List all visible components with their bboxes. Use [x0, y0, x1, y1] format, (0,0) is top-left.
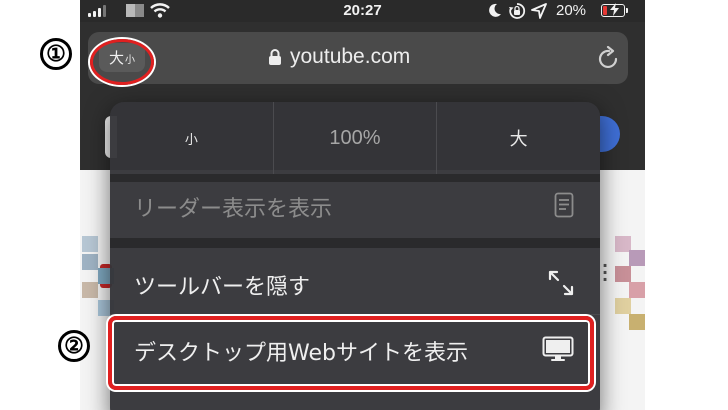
thumbnail-blur	[615, 266, 631, 282]
menu-item-label: リーダー表示を表示	[134, 197, 333, 222]
expand-arrows-icon	[548, 270, 574, 296]
battery-charging-icon	[601, 3, 625, 17]
bolt-icon	[610, 3, 619, 16]
step-2-badge: ②	[58, 330, 90, 362]
thumbnail-blur	[629, 282, 645, 298]
thumbnail-blur	[629, 314, 645, 330]
menu-item-label: ツールバーを隠す	[134, 275, 311, 300]
address-bar[interactable]: 大 小 youtube.com	[88, 32, 628, 84]
url-text: youtube.com	[290, 45, 411, 68]
zoom-decrease-button[interactable]: 小	[110, 102, 273, 174]
highlight-ring-text-size-button	[90, 39, 154, 85]
zoom-decrease-label: 小	[184, 132, 198, 148]
highlight-box-desktop-site	[108, 316, 594, 390]
zoom-increase-label: 大	[509, 129, 528, 150]
location-icon	[531, 3, 547, 19]
thumbnail-blur	[82, 282, 98, 298]
page-search-button	[600, 116, 620, 152]
thumbnail-blur	[82, 236, 98, 252]
zoom-increase-button[interactable]: 大	[437, 102, 600, 174]
rotation-lock-icon	[509, 3, 526, 19]
zoom-level-value: 100%	[329, 126, 381, 149]
moon-icon	[489, 3, 501, 17]
battery-cap	[626, 8, 628, 13]
reader-icon	[554, 192, 574, 218]
thumbnail-blur	[82, 254, 98, 270]
url-display[interactable]: youtube.com	[268, 45, 410, 69]
lock-icon	[269, 49, 281, 65]
battery-level	[603, 6, 607, 15]
thumbnail-blur	[629, 250, 645, 266]
zoom-controls: 小 100% 大	[110, 102, 600, 174]
menu-item-hide-toolbar[interactable]: ツールバーを隠す	[110, 252, 600, 314]
thumbnail-blur	[615, 298, 631, 314]
menu-divider	[110, 238, 600, 248]
more-dots-icon: · · ·	[602, 256, 609, 289]
battery-percent: 20%	[556, 2, 587, 19]
zoom-level-button[interactable]: 100%	[272, 102, 438, 174]
menu-divider	[110, 314, 600, 315]
step-1-badge: ①	[40, 38, 72, 70]
status-bar: 20:27 20%	[80, 0, 645, 22]
menu-item-reader-view[interactable]: リーダー表示を表示	[110, 174, 600, 236]
reload-icon[interactable]	[598, 46, 620, 70]
